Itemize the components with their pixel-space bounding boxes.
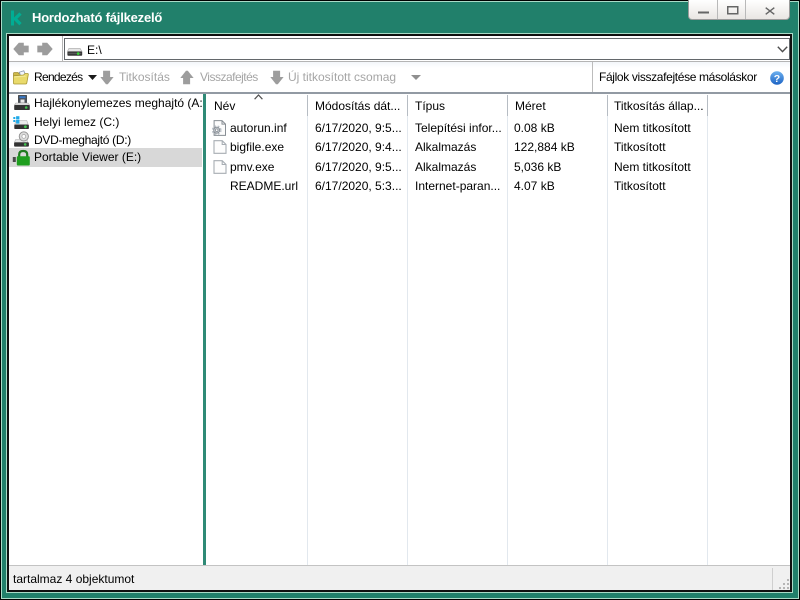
- svg-text:?: ?: [774, 73, 780, 85]
